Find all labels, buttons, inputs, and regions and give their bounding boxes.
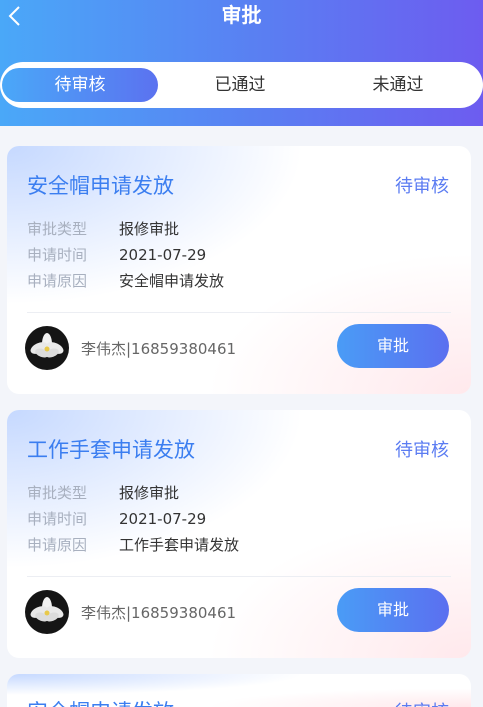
status-label: 待审核: [395, 698, 449, 707]
flower-avatar-icon: [30, 333, 64, 358]
tab-approved[interactable]: 已通过: [162, 68, 318, 102]
avatar: [25, 326, 69, 370]
tab-rejected[interactable]: 未通过: [320, 68, 476, 102]
field-label: 审批类型: [27, 484, 88, 502]
status-label: 待审核: [395, 440, 449, 461]
field-value: 2021-07-29: [119, 510, 207, 528]
avatar: [25, 590, 69, 634]
field-label: 申请时间: [27, 510, 88, 528]
approve-button[interactable]: 审批: [337, 324, 449, 368]
divider: [27, 312, 451, 313]
field-label: 申请时间: [27, 246, 88, 264]
applicant-info: 李伟杰|16859380461: [81, 340, 237, 358]
approval-card[interactable]: 安全帽申请发放 待审核 审批类型 报修审批 申请时间 2021-07-29 申请原因…: [7, 146, 471, 394]
card-title: 安全帽申请发放: [27, 174, 174, 198]
field-value: 2021-07-29: [119, 246, 207, 264]
flower-avatar-icon: [30, 597, 64, 622]
field-row: 审批类型 报修审批: [27, 218, 179, 240]
divider: [27, 576, 451, 577]
field-row: 审批类型 报修审批: [27, 482, 179, 504]
tab-pending[interactable]: 待审核: [2, 68, 158, 102]
field-row: 申请原因 安全帽申请发放: [27, 270, 224, 292]
field-value: 报修审批: [119, 484, 180, 502]
approval-card[interactable]: 安全帽申请发放 待审核: [7, 674, 471, 707]
field-label: 审批类型: [27, 220, 88, 238]
approve-button[interactable]: 审批: [337, 588, 449, 632]
card-title: 工作手套申请发放: [27, 438, 195, 462]
field-value: 安全帽申请发放: [119, 272, 225, 290]
field-row: 申请原因 工作手套申请发放: [27, 534, 239, 556]
field-row: 申请时间 2021-07-29: [27, 508, 206, 530]
field-row: 申请时间 2021-07-29: [27, 244, 206, 266]
field-value: 报修审批: [119, 220, 180, 238]
app-header: 审批 待审核 已通过 未通过: [0, 0, 483, 126]
field-value: 工作手套申请发放: [119, 536, 240, 554]
status-tabs: 待审核 已通过 未通过: [0, 62, 483, 108]
field-label: 申请原因: [27, 536, 88, 554]
card-title: 安全帽申请发放: [27, 696, 174, 707]
approval-card[interactable]: 工作手套申请发放 待审核 审批类型 报修审批 申请时间 2021-07-29 申请原…: [7, 410, 471, 658]
applicant-info: 李伟杰|16859380461: [81, 604, 237, 622]
status-label: 待审核: [395, 176, 449, 197]
field-label: 申请原因: [27, 272, 88, 290]
page-title: 审批: [221, 3, 262, 27]
